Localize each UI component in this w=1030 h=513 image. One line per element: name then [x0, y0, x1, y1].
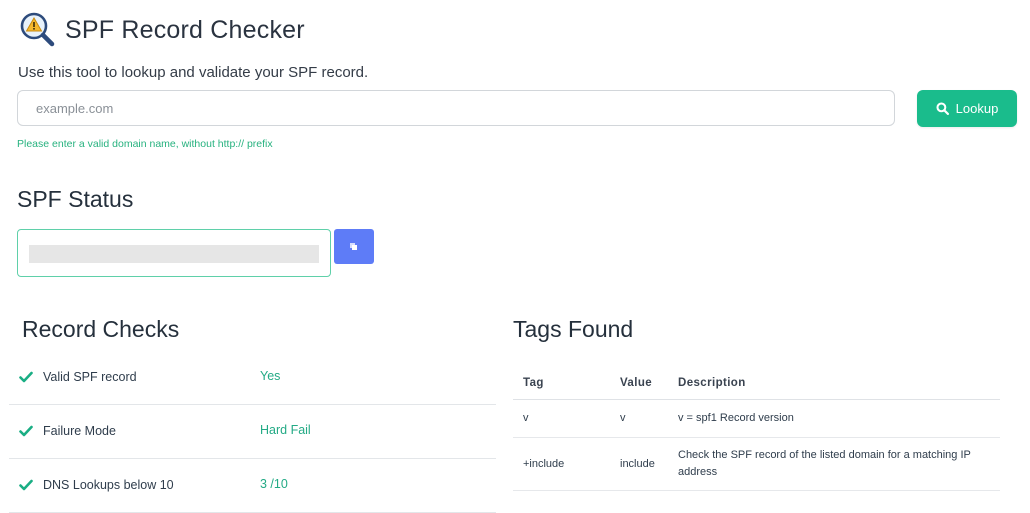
- record-checks-heading: Record Checks: [22, 316, 180, 342]
- check-value: Hard Fail: [260, 423, 311, 437]
- checkmark-icon: [19, 371, 33, 383]
- value-cell: include: [610, 437, 668, 491]
- check-value: 3 /10: [260, 477, 288, 491]
- copy-button[interactable]: [334, 229, 374, 264]
- domain-input[interactable]: [17, 90, 895, 126]
- checkmark-icon: [19, 425, 33, 437]
- magnifier-warning-icon: [17, 10, 57, 50]
- column-header-description: Description: [668, 367, 1000, 400]
- page-header: SPF Record Checker: [17, 10, 305, 50]
- check-item: DNS Lookups below 10 3 /10: [9, 459, 496, 513]
- description-cell: v = spf1 Record version: [668, 399, 1000, 438]
- table-row: +include include Check the SPF record of…: [513, 437, 1000, 491]
- tags-table: Tag Value Description v v v = spf1 Recor…: [513, 367, 1000, 491]
- check-label: Valid SPF record: [43, 370, 137, 384]
- lookup-button[interactable]: Lookup: [917, 90, 1017, 127]
- column-header-tag: Tag: [513, 367, 610, 400]
- check-label: Failure Mode: [43, 424, 116, 438]
- tool-description: Use this tool to lookup and validate you…: [18, 64, 369, 81]
- search-icon: [936, 102, 949, 115]
- check-label: DNS Lookups below 10: [43, 478, 174, 492]
- spf-record-placeholder: [29, 245, 319, 263]
- tag-cell: v: [513, 399, 610, 438]
- spf-record-field[interactable]: [17, 229, 331, 277]
- check-item: Valid SPF record Yes: [9, 351, 496, 405]
- tag-cell: +include: [513, 437, 610, 491]
- tags-found-heading: Tags Found: [513, 316, 634, 342]
- check-item: Failure Mode Hard Fail: [9, 405, 496, 459]
- description-cell: Check the SPF record of the listed domai…: [668, 437, 1000, 491]
- domain-hint: Please enter a valid domain name, withou…: [17, 138, 273, 150]
- check-value: Yes: [260, 369, 281, 383]
- column-header-value: Value: [610, 367, 668, 400]
- checkmark-icon: [19, 479, 33, 491]
- page-title: SPF Record Checker: [65, 15, 305, 44]
- table-row: v v v = spf1 Record version: [513, 399, 1000, 438]
- record-checks-list: Valid SPF record Yes Failure Mode Hard F…: [9, 351, 496, 513]
- table-header-row: Tag Value Description: [513, 367, 1000, 400]
- spf-status-heading: SPF Status: [17, 186, 134, 212]
- lookup-button-label: Lookup: [955, 101, 999, 116]
- value-cell: v: [610, 399, 668, 438]
